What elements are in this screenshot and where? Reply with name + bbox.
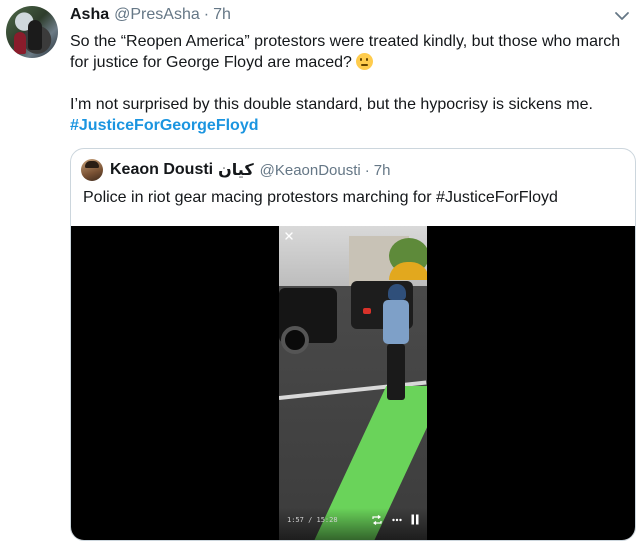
loop-icon[interactable] — [371, 515, 383, 525]
tweet-header: Asha @PresAsha · 7h — [70, 6, 231, 28]
quoted-author-name: Keaon Dousti — [110, 161, 214, 178]
quoted-tweet-header: Keaon Dousti كيان @KeaonDousti · 7h — [81, 159, 390, 181]
pause-icon[interactable] — [411, 514, 419, 525]
tweet-timestamp[interactable]: 7h — [213, 6, 231, 24]
officer-legs — [387, 344, 405, 400]
video-scene-wheel — [281, 326, 309, 354]
header-separator: · — [203, 6, 210, 23]
officer-helmet — [388, 284, 406, 300]
tweet-text-paragraph-1: So the “Reopen America” protestors were … — [70, 33, 621, 71]
quoted-author-avatar — [81, 159, 103, 181]
author-handle[interactable]: @PresAsha — [114, 6, 200, 24]
tweet-text-paragraph-2: I’m not surprised by this double standar… — [70, 96, 593, 113]
tweet[interactable]: Asha @PresAsha · 7h So the “Reopen Ameri… — [0, 0, 639, 544]
more-icon[interactable] — [392, 518, 402, 522]
video-container[interactable]: 1:57 / 15:28 — [71, 226, 635, 540]
quoted-tweet-timestamp: 7h — [373, 161, 391, 179]
quoted-author-handle: @KeaonDousti — [259, 161, 361, 179]
tweet-text: So the “Reopen America” protestors were … — [70, 31, 630, 136]
officer-body — [383, 300, 409, 344]
avatar-figure — [28, 20, 42, 50]
author-name[interactable]: Asha — [70, 6, 109, 24]
close-icon[interactable] — [283, 230, 295, 242]
video-scene-officer — [383, 284, 409, 404]
avatar-figure-secondary — [14, 32, 26, 54]
video-time-display: 1:57 / 15:28 — [287, 516, 338, 524]
video-controls-bar — [279, 508, 427, 540]
tweet-text-line-2: I’m not surprised by this double standar… — [70, 94, 630, 136]
thinking-face-icon — [355, 53, 373, 70]
chevron-down-icon[interactable] — [614, 10, 630, 22]
video-frame[interactable]: 1:57 / 15:28 — [279, 226, 427, 540]
quoted-author-name-arabic: كيان — [218, 162, 254, 179]
author-avatar[interactable] — [6, 6, 58, 58]
quoted-header-separator: · — [364, 161, 370, 179]
hashtag-link[interactable]: #JusticeForGeorgeFloyd — [70, 117, 259, 134]
quoted-tweet[interactable]: Keaon Dousti كيان @KeaonDousti · 7h Poli… — [70, 148, 636, 541]
video-scene-tail-light — [363, 308, 371, 314]
quoted-tweet-text: Police in riot gear macing protestors ma… — [83, 189, 558, 206]
tweet-text-line-1: So the “Reopen America” protestors were … — [70, 31, 630, 73]
